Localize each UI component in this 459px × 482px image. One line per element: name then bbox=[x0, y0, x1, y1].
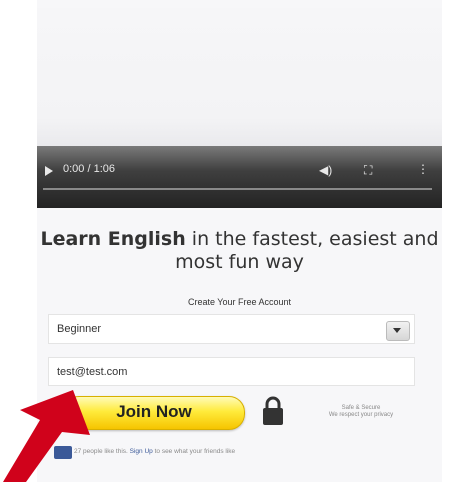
video-progress-bar[interactable] bbox=[43, 188, 432, 190]
headline: Learn English in the fastest, easiest an… bbox=[37, 228, 442, 274]
form-subtitle: Create Your Free Account bbox=[187, 297, 292, 307]
level-select-value: Beginner bbox=[57, 323, 102, 335]
fullscreen-icon[interactable]: ⛶ bbox=[364, 163, 372, 178]
chevron-down-icon bbox=[393, 328, 401, 333]
more-options-icon[interactable]: ⋮ bbox=[417, 162, 429, 176]
red-arrow-pointer bbox=[3, 390, 90, 482]
headline-rest: in the fastest, easiest and most fun way bbox=[175, 228, 439, 273]
email-field[interactable] bbox=[48, 357, 415, 386]
secure-title: Safe & Secure bbox=[341, 405, 381, 411]
level-dropdown-button[interactable] bbox=[386, 321, 410, 341]
play-icon[interactable] bbox=[45, 166, 53, 176]
privacy-note: We respect your privacy bbox=[328, 412, 394, 418]
facebook-like-suffix: to see what your friends like bbox=[152, 448, 236, 455]
lock-icon bbox=[263, 396, 283, 425]
facebook-signup-link[interactable]: Sign Up bbox=[130, 448, 153, 455]
level-select[interactable]: Beginner bbox=[48, 314, 415, 344]
video-time: 0:00 / 1:06 bbox=[63, 163, 115, 175]
headline-bold: Learn English bbox=[40, 228, 186, 250]
video-controls: 0:00 / 1:06 ◀) ⛶ ⋮ bbox=[37, 146, 442, 208]
volume-icon[interactable]: ◀) bbox=[319, 163, 332, 177]
